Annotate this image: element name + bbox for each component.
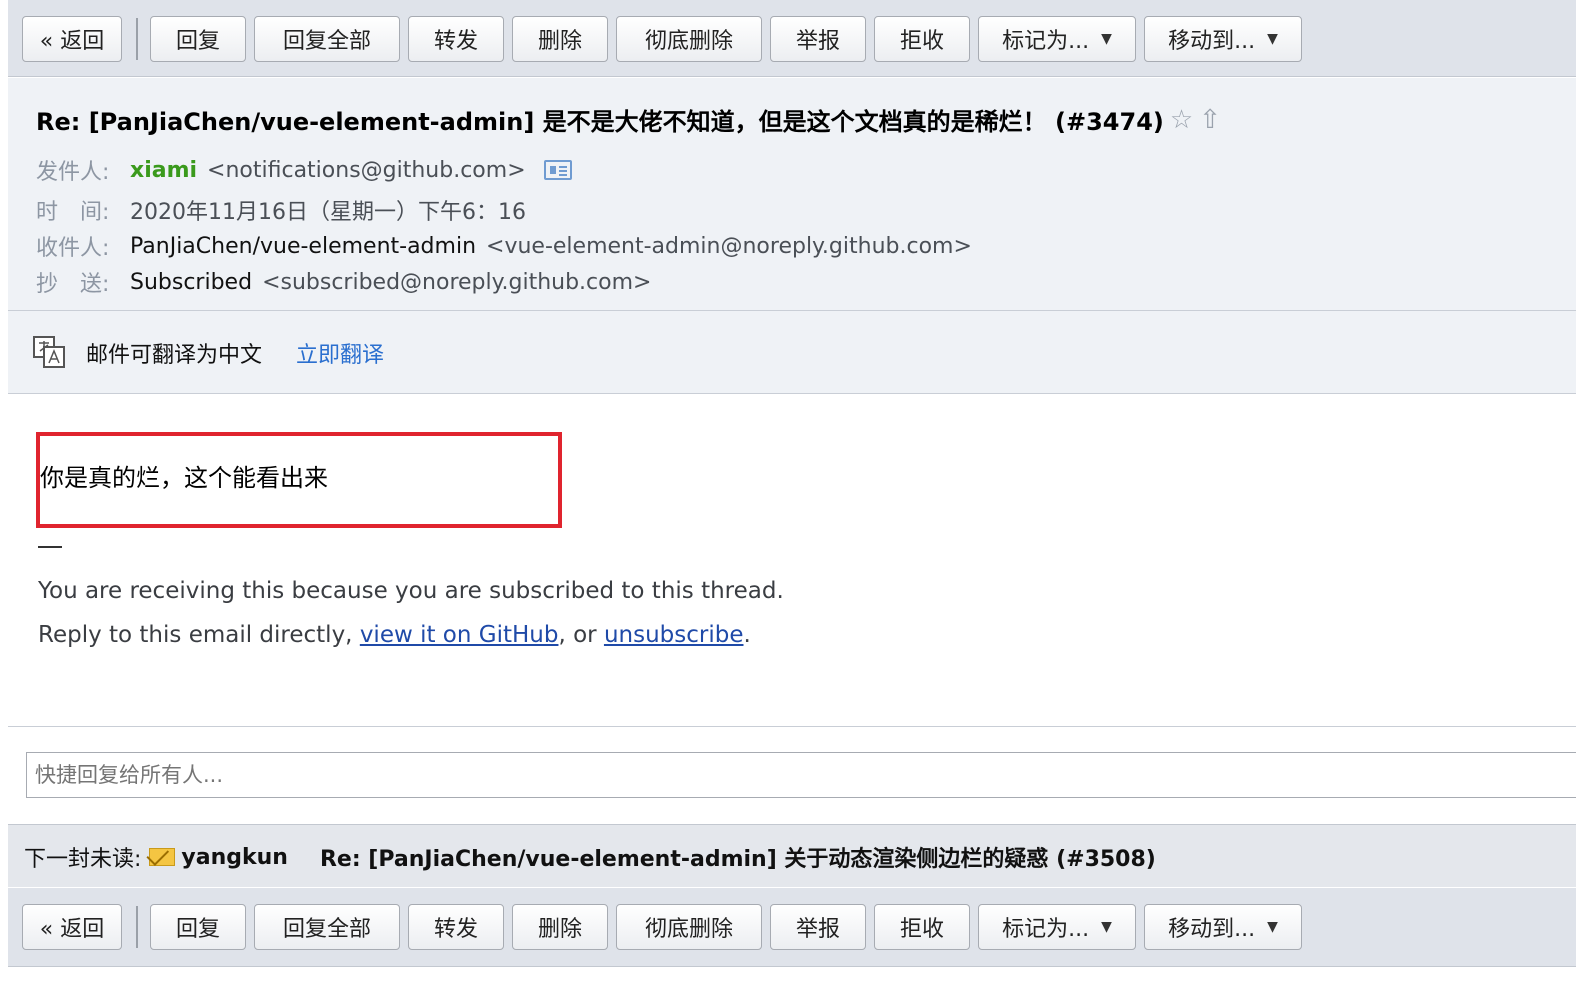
move-to-label: 移动到... [1168,917,1256,942]
top-toolbar: « 返回 回复 回复全部 转发 删除 彻底删除 举报 拒收 标记为... ▼ 移动… [8,0,1576,77]
message-text: 你是真的烂，这个能看出来 [40,464,328,492]
footer-end: . [743,622,751,648]
cc-row: 抄 送: Subscribed <subscribed@noreply.gith… [36,266,651,298]
sender-email: <notifications@github.com> [207,157,526,183]
time-row: 时 间: 2020年11月16日（星期一）下午6：16 [36,194,526,226]
from-row: 发件人: xiami <notifications@github.com> [36,154,572,186]
time-label: 时 间: [36,200,110,225]
reply-all-button[interactable]: 回复全部 [254,904,400,950]
dropdown-arrow-icon: ▼ [1101,919,1112,935]
delete-button[interactable]: 删除 [512,904,608,950]
back-button[interactable]: « 返回 [22,904,122,950]
star-icon[interactable]: ☆ [1170,105,1193,135]
signature-divider [38,546,62,548]
footer-reply-line: Reply to this email directly, view it on… [38,622,751,648]
back-button[interactable]: « 返回 [22,16,122,62]
footer-notice: You are receiving this because you are s… [38,578,784,604]
translate-prompt: 邮件可翻译为中文 [86,343,263,368]
to-label: 收件人: [36,236,110,261]
reject-button[interactable]: 拒收 [874,904,970,950]
delete-forever-button[interactable]: 彻底删除 [616,904,762,950]
move-to-button[interactable]: 移动到... ▼ [1144,904,1302,950]
unsubscribe-link[interactable]: unsubscribe [604,622,744,648]
translate-bar: 邮件可翻译为中文 立即翻译 [8,311,1576,394]
footer-prefix: Reply to this email directly, [38,622,360,648]
dropdown-arrow-icon: ▼ [1267,31,1278,47]
next-unread-from[interactable]: yangkun [181,845,288,870]
reply-button[interactable]: 回复 [150,904,246,950]
sender-name[interactable]: xiami [130,158,197,183]
reply-button[interactable]: 回复 [150,16,246,62]
vcard-icon[interactable] [543,160,572,180]
cc-name[interactable]: Subscribed [130,270,252,295]
translate-icon [33,336,65,368]
cc-label: 抄 送: [36,272,110,297]
divider [8,726,1576,727]
reject-button[interactable]: 拒收 [874,16,970,62]
quick-reply-input[interactable] [26,752,1576,798]
mark-as-button[interactable]: 标记为... ▼ [978,904,1136,950]
subject-text: Re: [PanJiaChen/vue-element-admin] 是不是大佬… [36,108,1164,136]
delete-button[interactable]: 删除 [512,16,608,62]
delete-forever-button[interactable]: 彻底删除 [616,16,762,62]
from-label: 发件人: [36,160,110,185]
move-to-label: 移动到... [1168,29,1256,54]
report-button[interactable]: 举报 [770,16,866,62]
cc-email: <subscribed@noreply.github.com> [262,269,652,295]
mark-as-button[interactable]: 标记为... ▼ [978,16,1136,62]
forward-button[interactable]: 转发 [408,904,504,950]
reply-all-button[interactable]: 回复全部 [254,16,400,62]
report-button[interactable]: 举报 [770,904,866,950]
footer-mid: , or [558,622,604,648]
recipient-name[interactable]: PanJiaChen/vue-element-admin [130,234,476,259]
email-subject: Re: [PanJiaChen/vue-element-admin] 是不是大佬… [36,102,1221,137]
to-row: 收件人: PanJiaChen/vue-element-admin <vue-e… [36,230,972,262]
mark-as-label: 标记为... [1002,29,1090,54]
recipient-email: <vue-element-admin@noreply.github.com> [486,233,972,259]
email-header: Re: [PanJiaChen/vue-element-admin] 是不是大佬… [8,78,1576,311]
next-unread-row[interactable]: 下一封未读: yangkun Re: [PanJiaChen/vue-eleme… [24,841,1156,873]
dropdown-arrow-icon: ▼ [1101,31,1112,47]
bottom-toolbar: « 返回 回复 回复全部 转发 删除 彻底删除 举报 拒收 标记为... ▼ 移动… [8,888,1576,967]
dropdown-arrow-icon: ▼ [1267,919,1278,935]
next-unread-bar: 下一封未读: yangkun Re: [PanJiaChen/vue-eleme… [8,824,1576,887]
view-on-github-link[interactable]: view it on GitHub [360,622,559,648]
forward-button[interactable]: 转发 [408,16,504,62]
toolbar-separator [136,18,138,60]
move-to-button[interactable]: 移动到... ▼ [1144,16,1302,62]
time-value: 2020年11月16日（星期一）下午6：16 [130,200,526,225]
envelope-icon [149,848,176,866]
mark-as-label: 标记为... [1002,917,1090,942]
next-unread-subject[interactable]: Re: [PanJiaChen/vue-element-admin] 关于动态渲… [320,841,1156,873]
toolbar-separator [136,906,138,948]
share-icon[interactable]: ⇧ [1199,105,1221,135]
next-unread-label: 下一封未读: [24,847,142,872]
translate-now-link[interactable]: 立即翻译 [296,337,384,369]
